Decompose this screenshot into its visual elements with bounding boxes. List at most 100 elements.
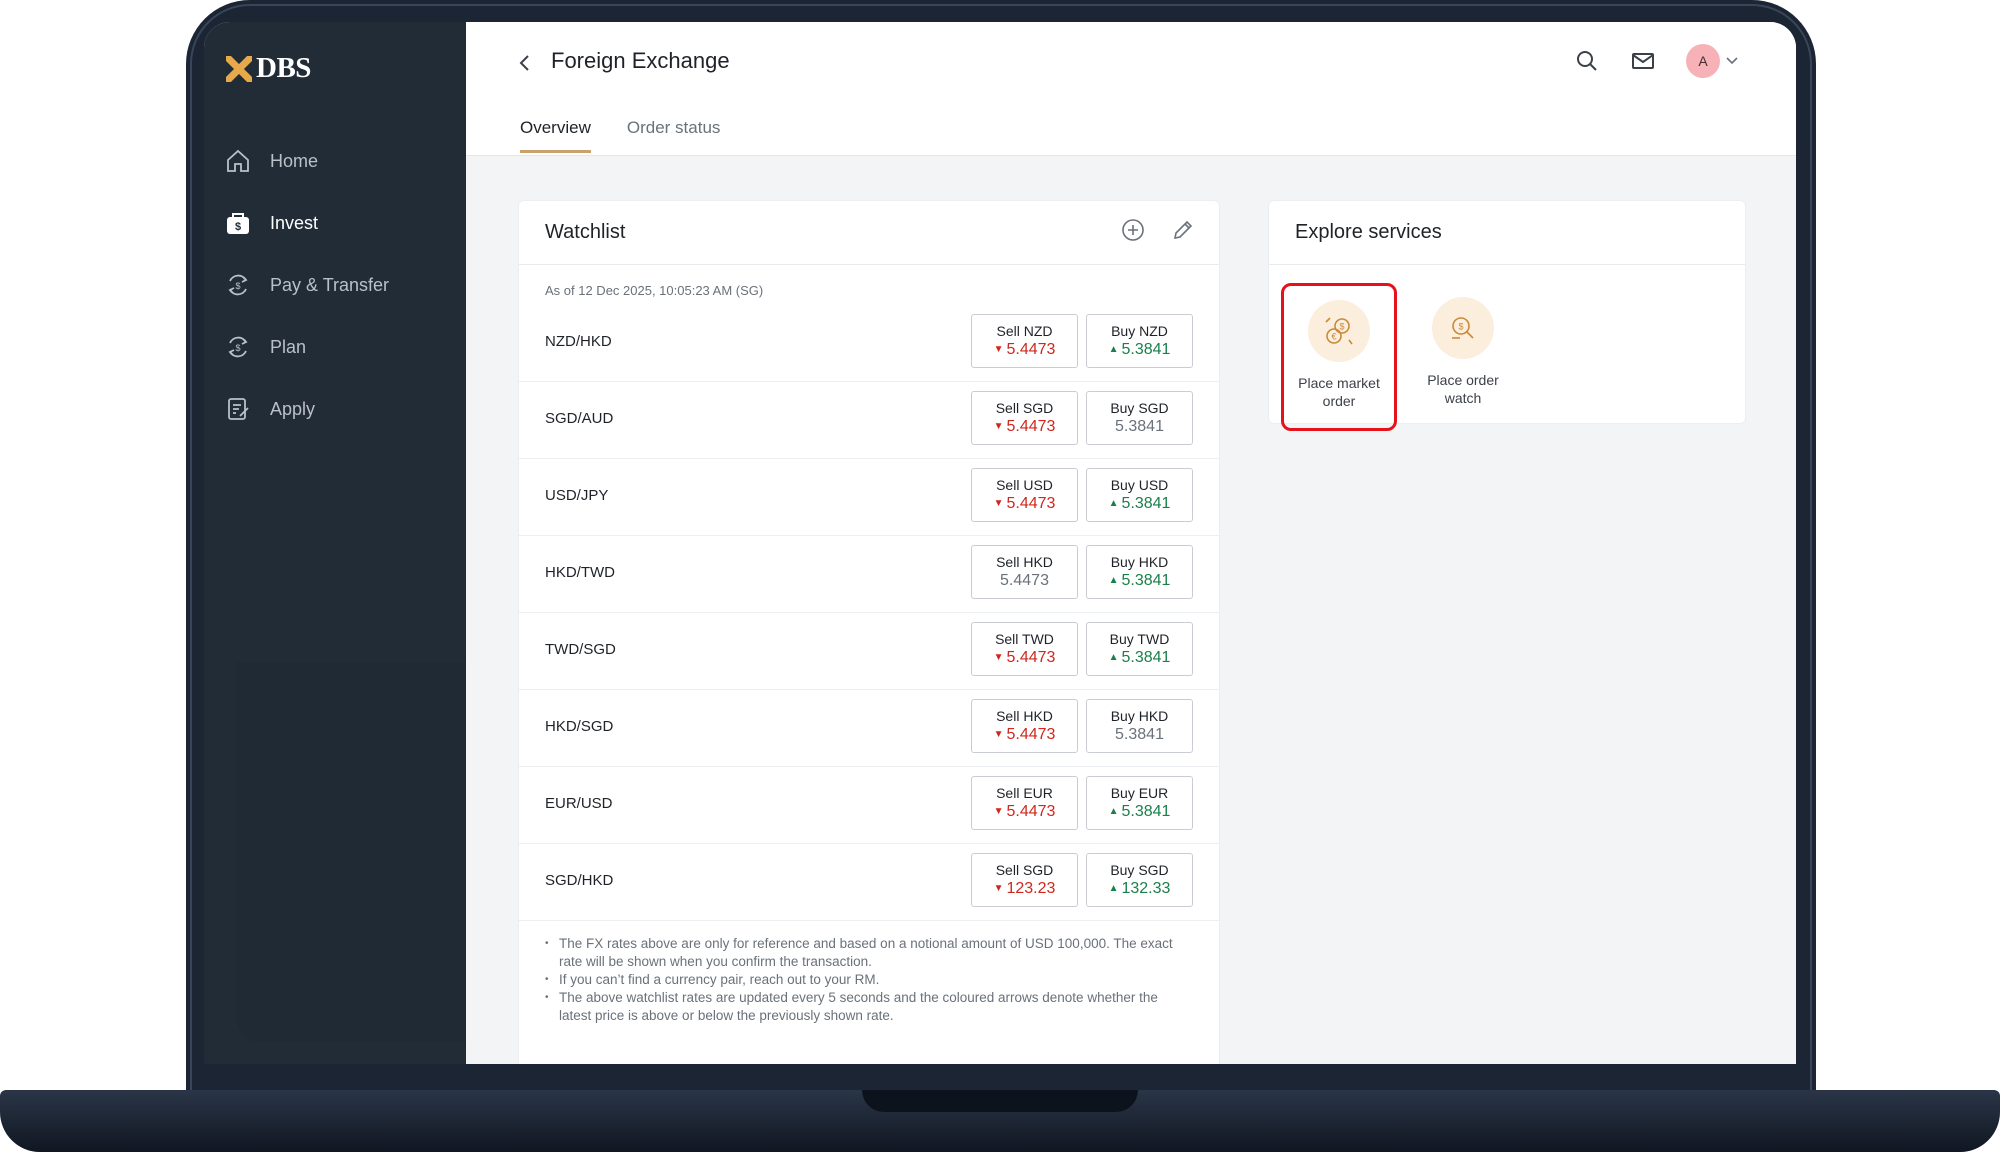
sidebar-item-home[interactable]: Home	[224, 130, 454, 192]
watchlist-row: USD/JPY Sell USD ▼ 5.4473 Buy USD ▲ 5.3841	[519, 455, 1219, 536]
currency-pair: EUR/USD	[545, 794, 613, 812]
buy-rate: ▲ 5.3841	[1109, 802, 1171, 822]
sell-rate: ▼ 5.4473	[994, 494, 1056, 514]
buy-rate: 5.3841	[1115, 417, 1164, 437]
watchlist-header: Watchlist	[519, 201, 1219, 265]
buy-quote-button[interactable]: Buy HKD 5.3841	[1086, 699, 1193, 753]
profile-menu[interactable]: A	[1686, 44, 1738, 78]
watchlist-row: SGD/AUD Sell SGD ▼ 5.4473 Buy SGD 5.3841	[519, 378, 1219, 459]
back-button[interactable]	[512, 50, 538, 76]
tabs: Overview Order status	[520, 118, 720, 153]
service-label: Place order watch	[1427, 372, 1499, 406]
tab-order-status[interactable]: Order status	[627, 118, 721, 153]
buy-quote-button[interactable]: Buy HKD ▲ 5.3841	[1086, 545, 1193, 599]
tab-overview[interactable]: Overview	[520, 118, 591, 153]
watchlist-title: Watchlist	[545, 221, 626, 243]
up-arrow-icon: ▲	[1108, 575, 1119, 586]
as-of-timestamp: As of 12 Dec 2025, 10:05:23 AM (SG)	[545, 283, 764, 298]
chevron-down-icon	[1726, 57, 1738, 65]
buy-quote-button[interactable]: Buy EUR ▲ 5.3841	[1086, 776, 1193, 830]
buy-label: Buy SGD	[1110, 400, 1169, 416]
sidebar-lower-panel	[236, 662, 466, 1042]
up-arrow-icon: ▲	[1108, 806, 1119, 817]
buy-quote-button[interactable]: Buy USD ▲ 5.3841	[1086, 468, 1193, 522]
watchlist-card: Watchlist As of 12 Dec 2025, 10:05:23 AM…	[518, 200, 1220, 1064]
buy-quote-button[interactable]: Buy NZD ▲ 5.3841	[1086, 314, 1193, 368]
buy-quote-button[interactable]: Buy TWD ▲ 5.3841	[1086, 622, 1193, 676]
add-pair-button[interactable]	[1121, 218, 1145, 247]
watchlist-row: SGD/HKD Sell SGD ▼ 123.23 Buy SGD ▲ 132.33	[519, 840, 1219, 921]
sidebar-item-plan[interactable]: $ Plan	[224, 316, 454, 378]
sell-rate: ▼ 5.4473	[994, 340, 1056, 360]
note-item: The above watchlist rates are updated ev…	[545, 989, 1193, 1025]
svg-text:€: €	[1331, 332, 1336, 342]
buy-rate: ▲ 5.3841	[1109, 494, 1171, 514]
buy-rate-value: 132.33	[1121, 880, 1171, 897]
buy-rate: ▲ 132.33	[1109, 879, 1171, 899]
currency-pair: HKD/SGD	[545, 717, 614, 735]
watchlist-notes: The FX rates above are only for referenc…	[519, 921, 1219, 1025]
buy-label: Buy EUR	[1110, 785, 1169, 801]
buy-rate: 5.3841	[1115, 725, 1164, 745]
buy-rate: ▲ 5.3841	[1109, 340, 1171, 360]
sell-quote-button[interactable]: Sell USD ▼ 5.4473	[971, 468, 1078, 522]
buy-rate-value: 5.3841	[1121, 572, 1171, 589]
mail-button[interactable]	[1630, 48, 1656, 74]
svg-text:$: $	[235, 343, 240, 353]
currency-pair: SGD/AUD	[545, 409, 614, 427]
note-item: If you can’t find a currency pair, reach…	[545, 971, 1193, 989]
buy-label: Buy NZD	[1111, 323, 1168, 339]
sell-rate-value: 123.23	[1006, 880, 1056, 897]
up-arrow-icon: ▲	[1108, 344, 1119, 355]
place-order-watch-button[interactable]: $ Place order watch	[1405, 283, 1521, 431]
search-button[interactable]	[1574, 48, 1600, 74]
sell-label: Sell USD	[996, 477, 1053, 493]
dbs-logo[interactable]: DBS	[226, 52, 311, 85]
sell-rate: 5.4473	[1000, 571, 1049, 591]
buy-label: Buy USD	[1110, 477, 1169, 493]
sidebar-item-apply[interactable]: Apply	[224, 378, 454, 440]
buy-rate-value: 5.3841	[1121, 649, 1171, 666]
sell-rate: ▼ 5.4473	[994, 417, 1056, 437]
watchlist-row: NZD/HKD Sell NZD ▼ 5.4473 Buy NZD ▲ 5.3841	[519, 301, 1219, 382]
sell-label: Sell NZD	[996, 323, 1053, 339]
search-icon	[1577, 51, 1597, 71]
laptop-base-notch	[862, 1090, 1138, 1112]
buy-quote-button[interactable]: Buy SGD ▲ 132.33	[1086, 853, 1193, 907]
sell-quote-button[interactable]: Sell HKD 5.4473	[971, 545, 1078, 599]
plus-circle-icon	[1122, 219, 1144, 241]
apply-icon	[224, 395, 252, 423]
top-icons: A	[1574, 44, 1738, 78]
logo-text: DBS	[256, 52, 311, 84]
top-bar: Foreign Exchange A Overview Order status	[466, 22, 1796, 156]
down-arrow-icon: ▼	[993, 652, 1004, 663]
sell-rate-value: 5.4473	[1006, 726, 1056, 743]
sell-rate-value: 5.4473	[1006, 495, 1056, 512]
sidebar-item-pay-transfer[interactable]: $ Pay & Transfer	[224, 254, 454, 316]
sell-quote-button[interactable]: Sell EUR ▼ 5.4473	[971, 776, 1078, 830]
sell-quote-button[interactable]: Sell SGD ▼ 5.4473	[971, 391, 1078, 445]
down-arrow-icon: ▼	[993, 729, 1004, 740]
sidebar: DBS Home $ Invest $ Pay & Transfer $ Pla…	[204, 22, 466, 1064]
buy-rate: ▲ 5.3841	[1109, 648, 1171, 668]
sell-quote-button[interactable]: Sell SGD ▼ 123.23	[971, 853, 1078, 907]
sell-quote-button[interactable]: Sell NZD ▼ 5.4473	[971, 314, 1078, 368]
currency-pair: USD/JPY	[545, 486, 609, 504]
currency-pair: NZD/HKD	[545, 332, 612, 350]
sidebar-item-invest[interactable]: $ Invest	[224, 192, 454, 254]
sell-rate: ▼ 5.4473	[994, 802, 1056, 822]
sell-quote-button[interactable]: Sell TWD ▼ 5.4473	[971, 622, 1078, 676]
sell-rate-value: 5.4473	[1006, 649, 1056, 666]
buy-rate-value: 5.3841	[1115, 418, 1164, 435]
buy-quote-button[interactable]: Buy SGD 5.3841	[1086, 391, 1193, 445]
invest-bag-icon: $	[224, 209, 252, 237]
edit-watchlist-button[interactable]	[1171, 218, 1195, 247]
watchlist-rows: NZD/HKD Sell NZD ▼ 5.4473 Buy NZD ▲ 5.3841 SGD/…	[519, 301, 1219, 921]
sell-label: Sell HKD	[996, 554, 1053, 570]
laptop-screen: DBS Home $ Invest $ Pay & Transfer $ Pla…	[204, 22, 1796, 1064]
place-market-order-button[interactable]: $ € Place market order	[1281, 283, 1397, 431]
sell-quote-button[interactable]: Sell HKD ▼ 5.4473	[971, 699, 1078, 753]
home-icon	[224, 147, 252, 175]
pay-transfer-icon: $	[224, 271, 252, 299]
explore-services-title: Explore services	[1269, 201, 1745, 265]
